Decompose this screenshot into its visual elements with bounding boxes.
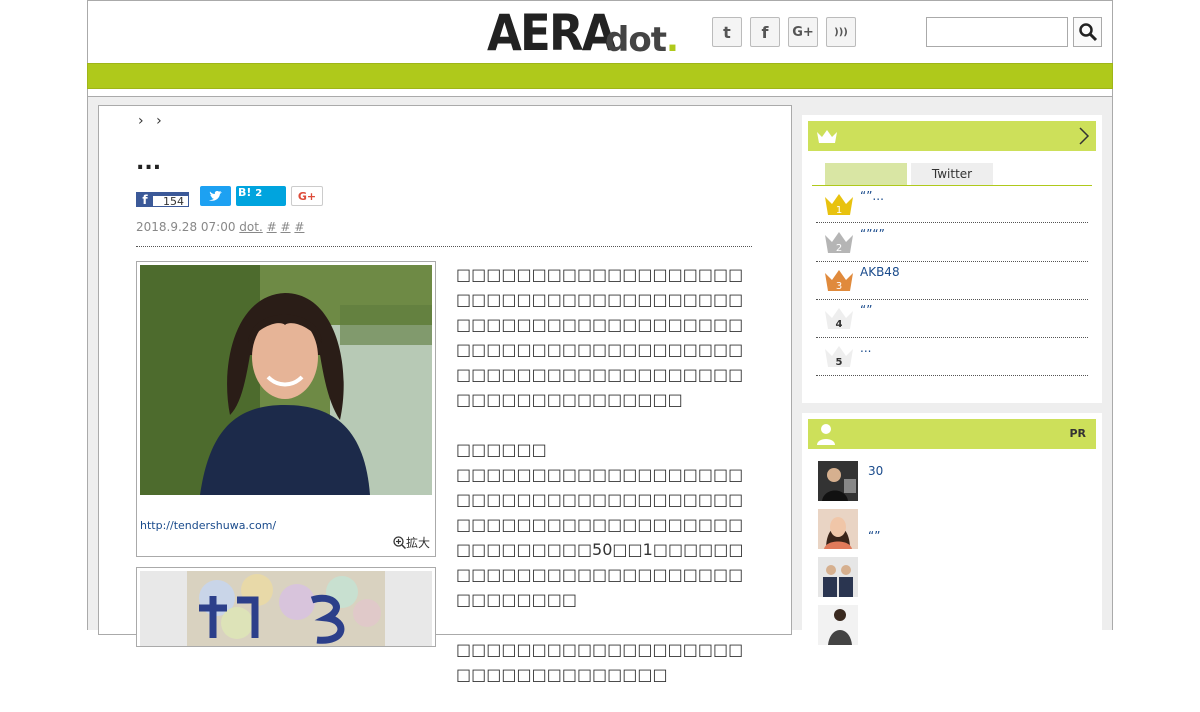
- pr-item[interactable]: [818, 605, 1088, 645]
- twitter-icon: [208, 190, 222, 201]
- nav-bar: [87, 63, 1113, 89]
- tab-twitter[interactable]: Twitter: [911, 163, 993, 185]
- pr-title: “”: [868, 529, 881, 543]
- logo-main: AERA: [487, 4, 617, 62]
- google-plus-share-button[interactable]: G+: [291, 186, 323, 206]
- rank-number: 2: [836, 243, 842, 254]
- pr-item[interactable]: 30: [818, 461, 1088, 501]
- hatena-icon: B!: [238, 186, 252, 199]
- article-paragraph: □□□□□□□□□□□□□□□□□□□□□□□□□□□□□□□□□: [456, 640, 744, 684]
- rank-number: 1: [836, 205, 842, 216]
- google-plus-icon[interactable]: G+: [788, 17, 818, 47]
- person-icon: [817, 424, 835, 445]
- crown-icon: [817, 130, 837, 143]
- facebook-share-button[interactable]: f 154: [136, 192, 189, 208]
- article-figure-2: [136, 567, 436, 647]
- hatena-bookmark-button[interactable]: B! 2: [236, 186, 286, 206]
- pr-thumbnail: [818, 605, 858, 645]
- logo-sub: dot.: [605, 20, 679, 60]
- crown-bronze-icon: 3: [825, 270, 853, 292]
- portrait-image: [140, 265, 432, 495]
- rank-number: 5: [836, 357, 843, 368]
- pr-thumbnail: [818, 509, 858, 549]
- tag-link[interactable]: #: [281, 220, 291, 234]
- article-figure: http://tendershuwa.com/ 拡大: [136, 261, 436, 557]
- breadcrumb: › ›: [138, 113, 170, 129]
- divider: [136, 246, 752, 247]
- ranking-title: “”“”: [860, 227, 885, 241]
- ranking-item[interactable]: 1 “”...: [816, 185, 1088, 223]
- pr-panel: PR 30 “”: [802, 413, 1102, 645]
- crown-gold-icon: 1: [825, 194, 853, 216]
- rank-number: 3: [836, 281, 842, 292]
- divider: [816, 375, 1088, 376]
- facebook-icon[interactable]: f: [750, 17, 780, 47]
- breadcrumb-separator[interactable]: ›: [156, 113, 162, 129]
- tag-link[interactable]: #: [267, 220, 277, 234]
- ranking-panel: Twitter 1 “”... 2 “”“” 3 AKB48 4 “” 5 ..…: [802, 115, 1102, 403]
- hatena-count: 2: [255, 188, 263, 199]
- article-meta: 2018.9.28 07:00 dot. # # #: [136, 220, 304, 234]
- pr-thumbnail: [818, 461, 858, 501]
- ranking-title: “”...: [860, 189, 884, 203]
- facebook-share-count: 154: [163, 195, 184, 208]
- crown-plain-icon: 4: [825, 308, 853, 330]
- zoom-button[interactable]: 拡大: [393, 534, 430, 551]
- rss-icon[interactable]: ))): [826, 17, 856, 47]
- zoom-in-icon: [393, 536, 407, 550]
- tab-ranking[interactable]: [825, 163, 907, 185]
- twitter-share-button[interactable]: [200, 186, 231, 206]
- pr-item[interactable]: [818, 557, 1088, 597]
- chevron-right-icon: [1079, 127, 1090, 145]
- ranking-title: “”: [860, 303, 873, 317]
- zoom-label: 拡大: [405, 536, 430, 550]
- article-paragraph: □□□□□□ □□□□□□□□□□□□□□□□□□□□□□□□□□□□□□□□□…: [456, 440, 744, 609]
- site-logo[interactable]: AERA dot.: [487, 4, 679, 62]
- photo-credit-link[interactable]: http://tendershuwa.com/: [140, 519, 276, 532]
- breadcrumb-separator[interactable]: ›: [138, 113, 144, 129]
- ranking-item[interactable]: 2 “”“”: [816, 223, 1088, 261]
- article-source-link[interactable]: dot.: [239, 220, 262, 234]
- calligraphy-image[interactable]: [137, 568, 435, 647]
- twitter-icon[interactable]: t: [712, 17, 742, 47]
- article-date: 2018.9.28 07:00: [136, 220, 236, 234]
- crown-silver-icon: 2: [825, 232, 853, 254]
- article-paragraph: □□□□□□□□□□□□□□□□□□□□□□□□□□□□□□□□□□□□□□□□…: [456, 265, 744, 409]
- facebook-icon: f: [137, 192, 153, 207]
- ranking-item[interactable]: 3 AKB48: [816, 261, 1088, 299]
- search-icon: [1078, 23, 1097, 42]
- ranking-item[interactable]: 5 ...: [816, 337, 1088, 375]
- ranking-title: AKB48: [860, 265, 900, 279]
- search-input[interactable]: [926, 17, 1068, 47]
- ranking-title: ...: [860, 341, 872, 355]
- page-title: ...: [136, 150, 162, 175]
- rank-number: 4: [836, 319, 843, 330]
- crown-plain-icon: 5: [825, 346, 853, 368]
- tag-link[interactable]: #: [294, 220, 304, 234]
- pr-title: 30: [868, 464, 884, 478]
- pr-header: PR: [808, 419, 1096, 449]
- pr-thumbnail: [818, 557, 858, 597]
- pr-item[interactable]: “”: [818, 509, 1088, 549]
- ranking-header[interactable]: [808, 121, 1096, 151]
- pr-label: PR: [1069, 427, 1086, 440]
- ranking-item[interactable]: 4 “”: [816, 299, 1088, 337]
- article-photo[interactable]: [140, 265, 432, 495]
- article-body: □□□□□□□□□□□□□□□□□□□□□□□□□□□□□□□□□□□□□□□□…: [456, 262, 752, 712]
- search-button[interactable]: [1073, 17, 1102, 47]
